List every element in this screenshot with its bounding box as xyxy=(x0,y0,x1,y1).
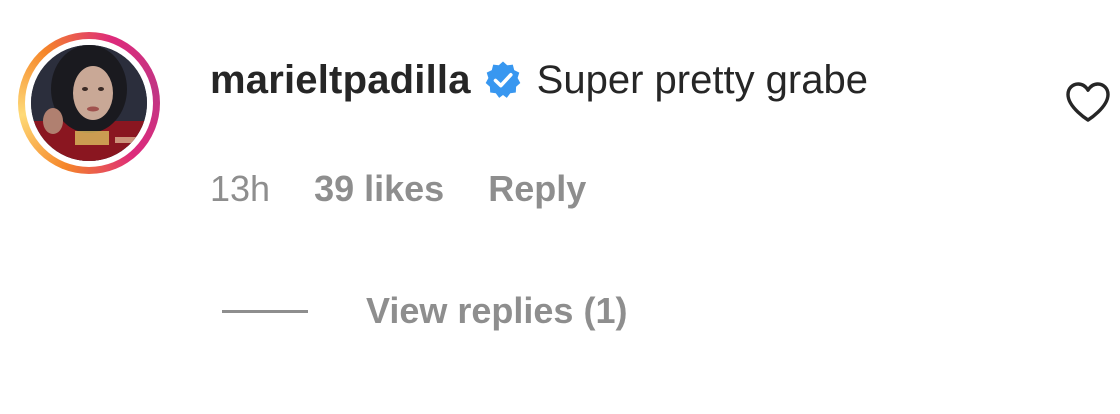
comment-text: Super pretty grabe xyxy=(536,57,868,102)
avatar-story-ring[interactable] xyxy=(18,32,160,174)
timestamp[interactable]: 13h xyxy=(210,168,270,210)
avatar-image xyxy=(31,45,147,161)
verified-badge-icon xyxy=(483,60,523,100)
comment-header: marieltpadilla Super pretty grabe xyxy=(210,52,868,108)
like-heart-icon[interactable] xyxy=(1064,80,1112,124)
comment: marieltpadilla Super pretty grabe 13h 39… xyxy=(0,0,1120,414)
reply-button[interactable]: Reply xyxy=(488,168,586,210)
avatar[interactable] xyxy=(31,45,147,161)
likes-count-button[interactable]: 39 likes xyxy=(314,168,444,210)
view-replies-button[interactable]: View replies (1) xyxy=(222,290,627,332)
comment-meta: 13h 39 likes Reply xyxy=(210,168,586,210)
view-replies-label: View replies (1) xyxy=(366,290,628,331)
replies-divider-line xyxy=(222,309,308,313)
username-link[interactable]: marieltpadilla xyxy=(210,58,471,103)
